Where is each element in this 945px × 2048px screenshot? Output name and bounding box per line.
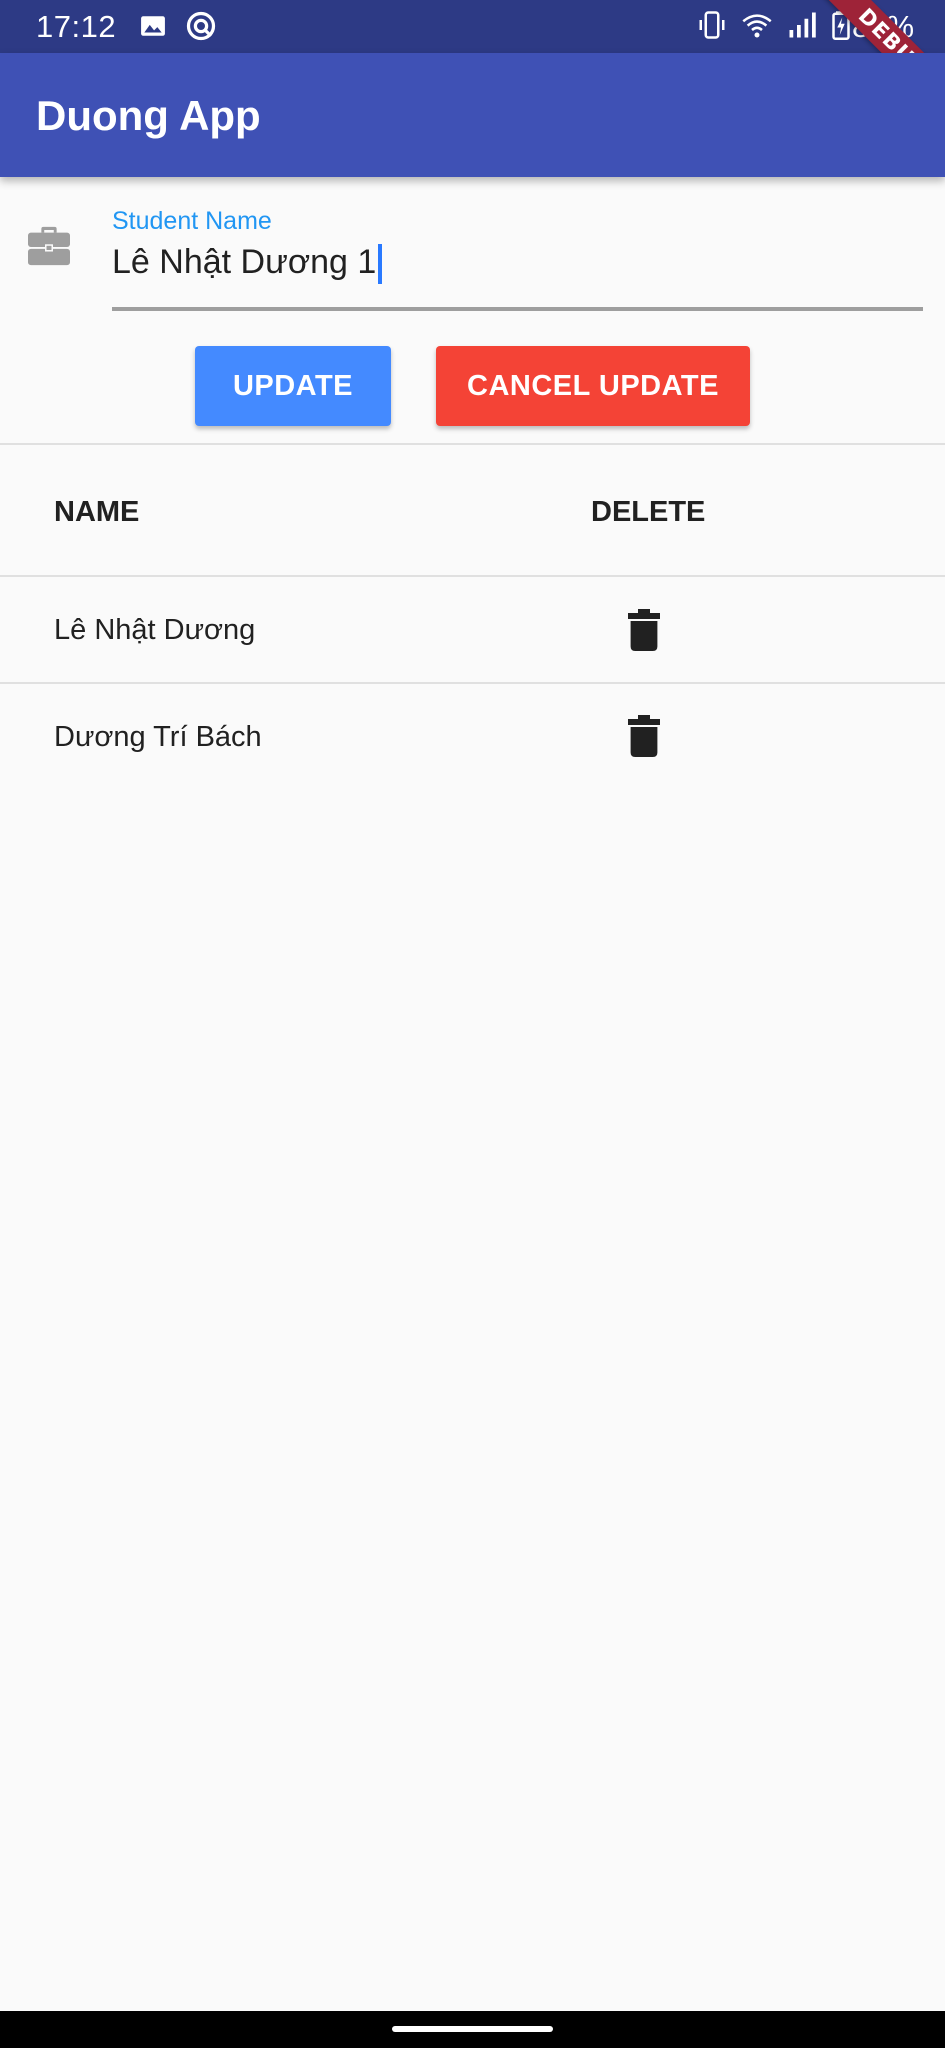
student-name-cell: Dương Trí Bách	[54, 721, 262, 753]
text-cursor	[378, 244, 383, 285]
app-bar: Duong App	[0, 53, 945, 177]
wifi-icon	[742, 14, 772, 38]
battery-charging-icon	[832, 11, 850, 40]
student-name-cell: Lê Nhật Dương	[54, 614, 256, 646]
column-header-delete: DELETE	[591, 496, 706, 528]
image-icon	[141, 16, 165, 36]
battery-percentage: 88%	[852, 9, 915, 44]
table-top-divider	[0, 443, 945, 445]
briefcase-icon	[28, 226, 70, 266]
table-row-divider	[0, 682, 945, 684]
home-indicator[interactable]	[392, 2026, 553, 2032]
student-name-label: Student Name	[112, 207, 272, 235]
status-time: 17:12	[36, 9, 117, 44]
vibrate-icon	[699, 11, 725, 39]
at-sign-icon	[186, 11, 216, 41]
system-navigation-bar	[0, 2011, 945, 2048]
cancel-update-button[interactable]: CANCEL UPDATE	[436, 346, 750, 426]
signal-icon	[789, 12, 816, 38]
column-header-name: NAME	[54, 496, 140, 528]
status-bar: 17:12 88%	[0, 0, 945, 53]
trash-icon[interactable]	[628, 715, 660, 757]
table-header-divider	[0, 575, 945, 577]
app-title: Duong App	[36, 92, 261, 139]
update-button[interactable]: UPDATE	[195, 346, 391, 426]
status-notification-icons	[140, 11, 216, 41]
student-name-value: Lê Nhật Dương 1	[112, 243, 377, 281]
student-name-underline	[112, 307, 923, 311]
status-system-icons	[697, 10, 851, 40]
trash-icon[interactable]	[628, 609, 660, 651]
student-name-input[interactable]: Lê Nhật Dương 1	[112, 241, 383, 285]
